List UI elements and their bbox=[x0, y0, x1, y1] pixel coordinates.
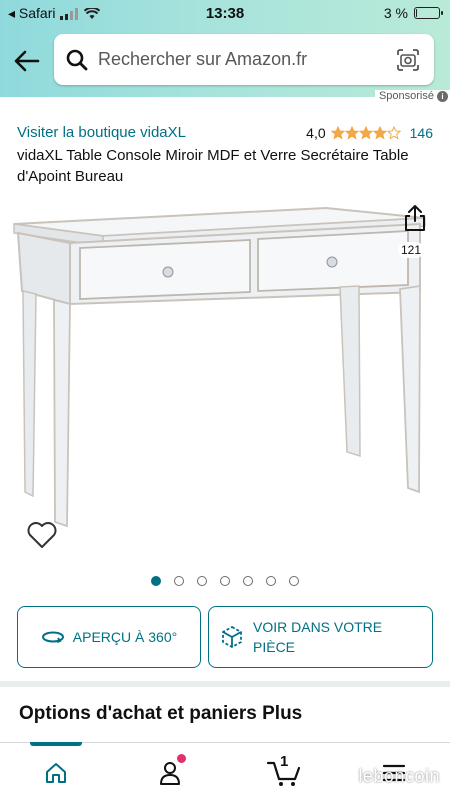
star-filled-icon bbox=[372, 126, 387, 140]
battery-fill bbox=[416, 9, 417, 17]
search-icon bbox=[66, 49, 88, 70]
store-link[interactable]: Visiter la boutique vidaXL bbox=[17, 124, 186, 141]
info-icon: i bbox=[437, 90, 448, 102]
view-360-button[interactable]: APERÇU À 360° bbox=[17, 606, 201, 668]
product-rating[interactable]: 4,0 146 bbox=[306, 125, 433, 141]
watermark: leboncoin bbox=[358, 766, 440, 786]
section-divider bbox=[0, 681, 450, 687]
status-time: 13:38 bbox=[205, 5, 245, 22]
carousel-dot[interactable] bbox=[289, 576, 299, 586]
rating-stars bbox=[330, 126, 401, 140]
carousel-dot[interactable] bbox=[243, 576, 253, 586]
cube-ar-icon bbox=[222, 625, 242, 649]
cart-count: 1 bbox=[280, 753, 289, 770]
back-button[interactable] bbox=[10, 44, 44, 78]
notification-dot bbox=[177, 754, 186, 763]
section-title: Options d'achat et paniers Plus bbox=[19, 703, 303, 724]
carousel-dot[interactable] bbox=[151, 576, 161, 586]
heart-icon[interactable] bbox=[26, 520, 58, 550]
view-in-room-button[interactable]: VOIR DANS VOTRE PIÈCE bbox=[208, 606, 433, 668]
star-filled-icon bbox=[358, 126, 373, 140]
nav-account[interactable] bbox=[150, 754, 190, 789]
carousel-dot[interactable] bbox=[266, 576, 276, 586]
image-carousel-dots bbox=[0, 576, 450, 586]
camera-icon[interactable] bbox=[396, 48, 420, 71]
rating-value: 4,0 bbox=[306, 125, 326, 141]
status-bar: ◂ Safari 13:38 3 % bbox=[0, 0, 450, 26]
share-count: 121 bbox=[397, 242, 424, 258]
carousel-dot[interactable] bbox=[197, 576, 207, 586]
battery-icon bbox=[414, 7, 443, 19]
carousel-dot[interactable] bbox=[174, 576, 184, 586]
header: ◂ Safari 13:38 3 % Rechercher sur Amazon… bbox=[0, 0, 450, 97]
star-empty-icon bbox=[386, 126, 401, 140]
star-filled-icon bbox=[344, 126, 359, 140]
rotate-360-icon bbox=[41, 631, 64, 643]
active-tab-indicator bbox=[30, 742, 82, 746]
battery-text: 3 % bbox=[383, 5, 408, 21]
sponsored-text: Sponsorisé bbox=[378, 90, 434, 102]
star-filled-icon bbox=[330, 126, 345, 140]
view-in-room-label: VOIR DANS VOTRE PIÈCE bbox=[253, 619, 383, 655]
carousel-dot[interactable] bbox=[220, 576, 230, 586]
status-right: 3 % bbox=[383, 5, 443, 21]
sponsored-label[interactable]: Sponsorisé i bbox=[374, 90, 450, 102]
back-arrow-icon bbox=[14, 50, 40, 72]
search-bar[interactable]: Rechercher sur Amazon.fr bbox=[54, 34, 434, 85]
nav-cart[interactable]: 1 bbox=[262, 753, 306, 789]
product-title: vidaXL Table Console Miroir MDF et Verre… bbox=[17, 147, 409, 185]
share-icon[interactable] bbox=[402, 204, 428, 232]
nav-home[interactable] bbox=[36, 757, 76, 789]
product-image[interactable] bbox=[10, 196, 430, 536]
rating-count: 146 bbox=[409, 125, 433, 141]
view-360-label: APERÇU À 360° bbox=[72, 629, 178, 645]
search-input[interactable]: Rechercher sur Amazon.fr bbox=[98, 49, 396, 70]
user-icon bbox=[160, 762, 180, 785]
home-icon bbox=[46, 763, 66, 783]
